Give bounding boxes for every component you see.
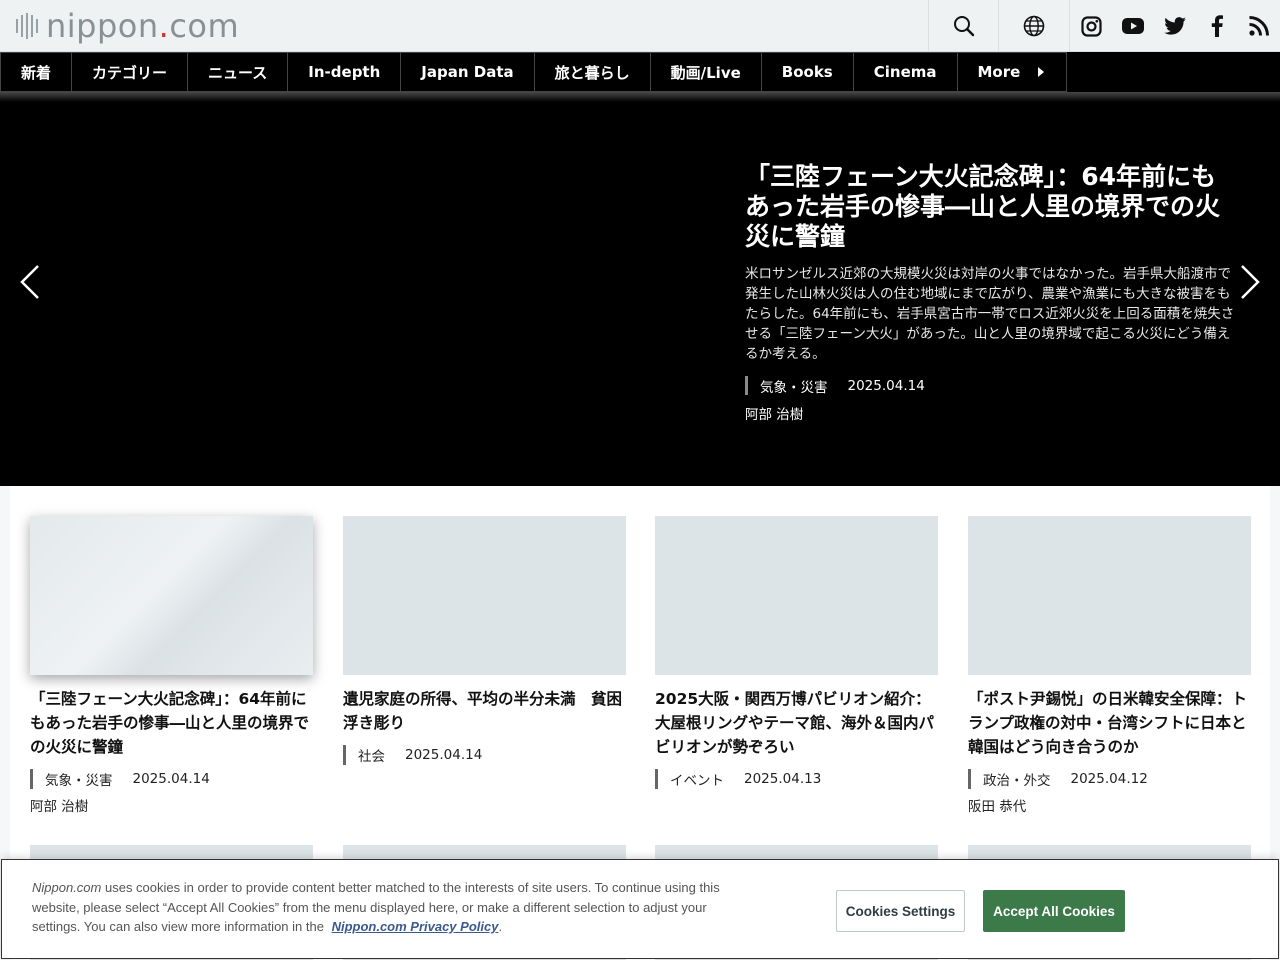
article-category[interactable]: 政治・外交: [983, 769, 1051, 789]
language-button[interactable]: [998, 0, 1070, 52]
article-title[interactable]: 「三陸フェーン大火記念碑」：64年前にもあった岩手の惨事―山と人里の境界での火災…: [30, 687, 313, 759]
article-category[interactable]: 社会: [358, 745, 385, 765]
instagram-icon: [1080, 15, 1102, 37]
article-card[interactable]: 遺児家庭の所得、平均の半分未満 貧困浮き彫り 社会 2025.04.14: [343, 516, 626, 765]
hero-article[interactable]: 「三陸フェーン大火記念碑」：64年前にもあった岩手の惨事―山と人里の境界での火災…: [745, 162, 1237, 423]
privacy-policy-link[interactable]: Nippon.com Privacy Policy: [332, 919, 499, 934]
triangle-right-icon: [1038, 67, 1045, 77]
hero-description: 米ロサンゼルス近郊の大規模火災は対岸の火事ではなかった。岩手県大船渡市で発生した…: [745, 266, 1235, 362]
facebook-link[interactable]: [1196, 0, 1238, 52]
rss-icon: [1249, 16, 1269, 36]
nav-label: 旅と暮らし: [554, 63, 630, 82]
article-thumbnail[interactable]: [343, 516, 626, 675]
article-meta: イベント 2025.04.13: [655, 769, 938, 789]
article-category[interactable]: イベント: [670, 769, 724, 789]
logo-mark: [16, 13, 38, 39]
instagram-link[interactable]: [1070, 0, 1112, 52]
article-title[interactable]: 「ポスト尹錫悦」の日米韓安全保障：トランプ政権の対中・台湾シフトに日本と韓国はど…: [968, 687, 1251, 759]
search-button[interactable]: [928, 0, 998, 52]
chevron-right-icon[interactable]: [1238, 264, 1262, 300]
main-nav: 新着 カテゴリー ニュース In-depth Japan Data 旅と暮らし …: [0, 52, 1280, 92]
article-card[interactable]: 「三陸フェーン大火記念碑」：64年前にもあった岩手の惨事―山と人里の境界での火災…: [30, 516, 313, 815]
article-card[interactable]: 「ポスト尹錫悦」の日米韓安全保障：トランプ政権の対中・台湾シフトに日本と韓国はど…: [968, 516, 1251, 815]
nav-label: Cinema: [873, 63, 937, 81]
article-card[interactable]: 2025大阪・関西万博パビリオン紹介：大屋根リングやテーマ館、海外＆国内パビリオ…: [655, 516, 938, 789]
nav-item-new[interactable]: 新着: [0, 52, 72, 92]
article-meta: 気象・災害 2025.04.14: [30, 769, 313, 789]
hero-slider: 「三陸フェーン大火記念碑」：64年前にもあった岩手の惨事―山と人里の境界での火災…: [0, 92, 1280, 486]
article-date: 2025.04.14: [405, 747, 483, 763]
article-thumbnail[interactable]: [30, 516, 313, 675]
nav-item-cinema[interactable]: Cinema: [852, 52, 957, 92]
rss-link[interactable]: [1238, 0, 1280, 52]
cookie-period: .: [498, 919, 503, 934]
hero-author[interactable]: 阿部 治樹: [745, 403, 1237, 423]
cookie-brand: Nippon.com: [32, 880, 102, 895]
nav-item-japan-data[interactable]: Japan Data: [400, 52, 534, 92]
nav-label: Japan Data: [421, 63, 514, 81]
nav-item-video-live[interactable]: 動画/Live: [649, 52, 761, 92]
article-meta: 社会 2025.04.14: [343, 745, 626, 765]
nav-item-in-depth[interactable]: In-depth: [287, 52, 401, 92]
globe-icon: [1023, 15, 1045, 37]
article-meta: 政治・外交 2025.04.12: [968, 769, 1251, 789]
cookie-banner: Nippon.com uses cookies in order to prov…: [1, 859, 1279, 959]
article-title[interactable]: 遺児家庭の所得、平均の半分未満 貧困浮き彫り: [343, 687, 626, 735]
nav-item-books[interactable]: Books: [760, 52, 853, 92]
hero-top-shade: [0, 92, 1280, 102]
nav-label: ニュース: [208, 63, 268, 82]
nav-label: カテゴリー: [92, 63, 168, 82]
article-thumbnail[interactable]: [655, 516, 938, 675]
nav-label: 動画/Live: [670, 63, 741, 82]
accept-all-cookies-button[interactable]: Accept All Cookies: [983, 890, 1125, 932]
cookies-settings-button[interactable]: Cookies Settings: [836, 890, 965, 932]
article-date: 2025.04.14: [132, 771, 210, 787]
search-icon: [953, 16, 974, 37]
article-date: 2025.04.12: [1070, 771, 1148, 787]
article-title[interactable]: 2025大阪・関西万博パビリオン紹介：大屋根リングやテーマ館、海外＆国内パビリオ…: [655, 687, 938, 759]
nav-item-news[interactable]: ニュース: [187, 52, 288, 92]
youtube-link[interactable]: [1112, 0, 1154, 52]
hero-category[interactable]: 気象・災害: [760, 376, 828, 396]
chevron-left-icon[interactable]: [18, 264, 42, 300]
nav-label: 新着: [21, 63, 52, 82]
article-thumbnail[interactable]: [968, 516, 1251, 675]
cookie-message: Nippon.com uses cookies in order to prov…: [32, 878, 722, 937]
article-date: 2025.04.13: [744, 771, 822, 787]
nav-item-travel-life[interactable]: 旅と暮らし: [533, 52, 650, 92]
top-header: nippon.com: [0, 0, 1280, 52]
hero-date: 2025.04.14: [847, 377, 925, 394]
nav-label: More: [977, 63, 1021, 81]
facebook-icon: [1211, 15, 1223, 37]
twitter-icon: [1164, 17, 1186, 35]
social-links: [1070, 0, 1280, 52]
nav-item-category[interactable]: カテゴリー: [71, 52, 188, 92]
article-author[interactable]: 阪田 恭代: [968, 795, 1251, 815]
twitter-link[interactable]: [1154, 0, 1196, 52]
site-logo[interactable]: nippon.com: [16, 7, 240, 45]
logo-text: nippon.com: [46, 7, 240, 45]
nav-label: Books: [781, 63, 833, 81]
youtube-icon: [1122, 18, 1144, 34]
nav-item-more[interactable]: More: [956, 52, 1068, 92]
article-category[interactable]: 気象・災害: [45, 769, 113, 789]
nav-label: In-depth: [308, 63, 381, 81]
article-author[interactable]: 阿部 治樹: [30, 795, 313, 815]
hero-meta: 気象・災害 2025.04.14: [745, 376, 1237, 396]
hero-title[interactable]: 「三陸フェーン大火記念碑」：64年前にもあった岩手の惨事―山と人里の境界での火災…: [745, 162, 1237, 252]
